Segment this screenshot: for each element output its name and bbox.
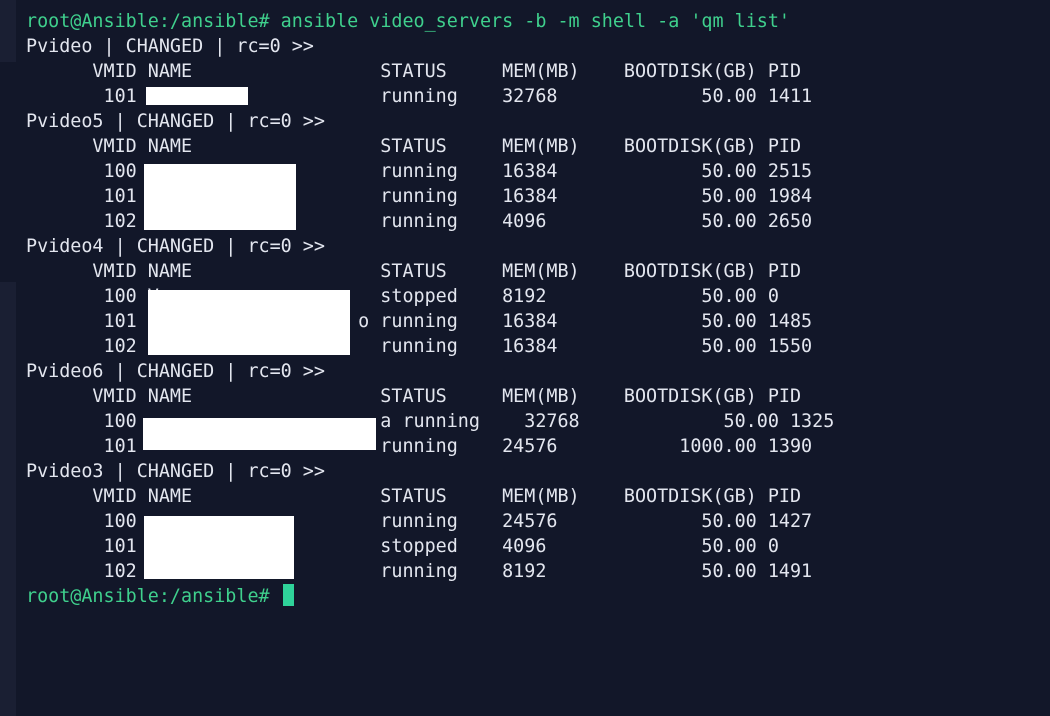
column-header: VMID NAME STATUS MEM(MB) BOOTDISK(GB) PI… [26, 136, 802, 157]
prompt-line[interactable]: root@Ansible:/ansible# [26, 584, 1050, 609]
column-header: VMID NAME STATUS MEM(MB) BOOTDISK(GB) PI… [26, 486, 802, 507]
gutter-highlight [0, 62, 16, 282]
host-header: Pvideo6 | CHANGED | rc=0 >> [26, 361, 325, 382]
scroll-gutter [0, 0, 16, 716]
column-header: VMID NAME STATUS MEM(MB) BOOTDISK(GB) PI… [26, 61, 802, 82]
redaction-box [144, 164, 296, 230]
redaction-box [144, 516, 294, 579]
shell-prompt: root@Ansible:/ansible# [26, 586, 270, 607]
redaction-box [148, 290, 350, 355]
terminal-window[interactable]: root@Ansible:/ansible# ansible video_ser… [0, 0, 1050, 716]
host-header: Pvideo5 | CHANGED | rc=0 >> [26, 111, 325, 132]
redaction-box [146, 87, 248, 105]
host-header: Pvideo | CHANGED | rc=0 >> [26, 36, 314, 57]
shell-prompt: root@Ansible:/ansible# [26, 11, 270, 32]
column-header: VMID NAME STATUS MEM(MB) BOOTDISK(GB) PI… [26, 261, 802, 282]
command-text: ansible video_servers -b -m shell -a 'qm… [280, 11, 790, 32]
command-line: root@Ansible:/ansible# ansible video_ser… [26, 9, 1050, 34]
redaction-box [143, 418, 376, 450]
column-header: VMID NAME STATUS MEM(MB) BOOTDISK(GB) PI… [26, 386, 802, 407]
text-cursor [282, 584, 294, 606]
host-header: Pvideo3 | CHANGED | rc=0 >> [26, 461, 325, 482]
host-header: Pvideo4 | CHANGED | rc=0 >> [26, 236, 325, 257]
